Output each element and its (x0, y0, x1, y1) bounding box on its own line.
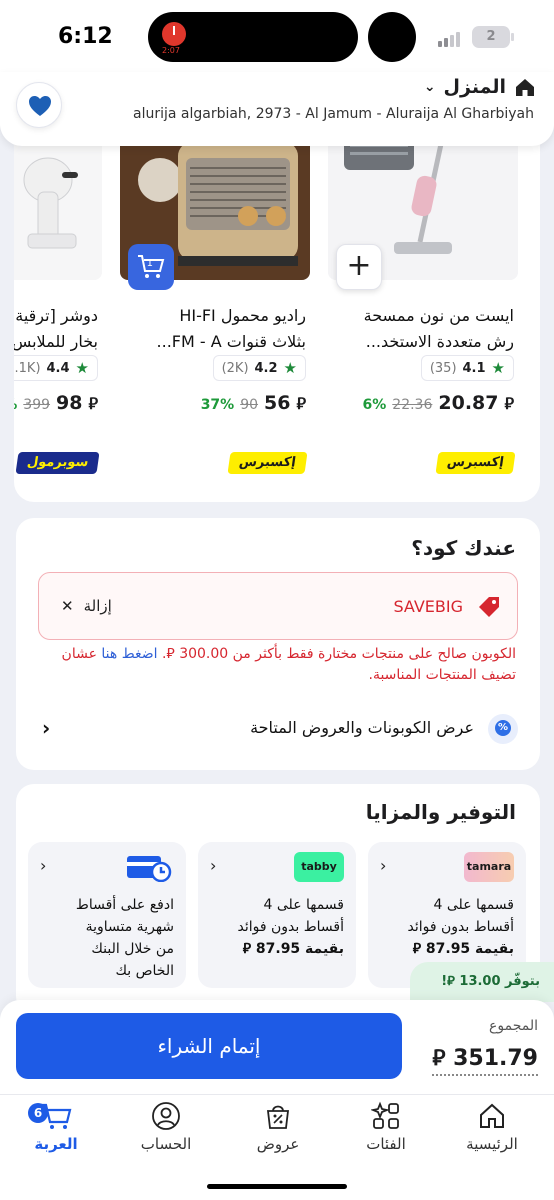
battery-icon: 2 (472, 26, 514, 48)
view-coupons-label: عرض الكوبونات والعروض المتاحة (250, 718, 474, 737)
product-image-steamer[interactable] (14, 130, 102, 280)
product-card[interactable]: 1 راديو محمول HI-FI بثلاث قنوات FM - A..… (120, 130, 312, 502)
status-bar: 6:12 2:07 2 (0, 0, 554, 72)
cart-icon: 1 (138, 255, 165, 278)
remove-coupon-button[interactable]: إزالة ✕ (61, 597, 112, 615)
address-line: alurija algarbiah, 2973 - Al Jamum - Alu… (132, 106, 534, 122)
home-icon (516, 79, 534, 96)
tabby-logo: tabby (294, 852, 344, 882)
dynamic-island: 2:07 (148, 12, 358, 62)
percent-icon (488, 714, 518, 744)
coupon-code: SAVEBIG (393, 597, 463, 616)
coupon-section: عندك كود؟ SAVEBIG إزالة ✕ الكوبون صالح ع… (16, 518, 540, 770)
chevron-down-icon: ⌄ (423, 79, 436, 95)
tap-here-link[interactable]: اضغط هنا (101, 646, 157, 662)
checkout-button[interactable]: إتمام الشراء (16, 1013, 402, 1079)
offers-bag-icon (266, 1105, 290, 1129)
product-price: ⃁ 98 399 % (14, 392, 98, 414)
cart-quantity-button[interactable]: 1 (128, 244, 174, 290)
coupon-code-box[interactable]: SAVEBIG إزالة ✕ (38, 572, 518, 640)
supermall-badge: سوبرمول (15, 452, 100, 474)
tab-offers[interactable]: عروض (228, 1101, 328, 1153)
coupon-heading: عندك كود؟ (411, 536, 516, 560)
product-card[interactable]: + ايست من نون ممسحة رش متعددة الاستخد...… (328, 130, 520, 502)
savings-heading: التوفير والمزايا (365, 800, 516, 824)
express-badge: إكسبرس (227, 452, 308, 474)
user-icon (152, 1102, 180, 1130)
credit-card-icon (124, 852, 174, 883)
home-icon (480, 1103, 504, 1128)
product-rating: ★ 4.4 (5.1K) (14, 355, 98, 381)
product-carousel[interactable]: + ايست من نون ممسحة رش متعددة الاستخد...… (14, 130, 540, 502)
cart-count-badge: 6 (28, 1103, 48, 1123)
star-icon: ★ (75, 359, 89, 377)
product-name[interactable]: راديو محمول HI-FI بثلاث قنوات FM - A... (126, 303, 306, 355)
total-label: المجموع (489, 1018, 538, 1034)
timer-text: 2:07 (162, 46, 180, 55)
product-price: ⃁ 56 90 37% (200, 392, 306, 414)
add-to-cart-button[interactable]: + (336, 244, 382, 290)
wishlist-button[interactable] (16, 82, 62, 128)
categories-icon (371, 1101, 399, 1129)
star-icon: ★ (491, 359, 505, 377)
express-badge: إكسبرس (435, 452, 516, 474)
product-rating: ★ 4.2 (2K) (212, 355, 306, 381)
total-value[interactable]: 351.79 ⃁ (432, 1044, 538, 1076)
timer-icon: 2:07 (158, 20, 194, 55)
product-card[interactable]: دوشر [ترقية بخار للملابس ★ 4.4 (5.1K) ⃁ … (14, 130, 104, 502)
tamara-logo: tamara (464, 852, 514, 882)
coupon-warning: الكوبون صالح على منتجات مختارة فقط بأكثر… (61, 646, 516, 683)
chevron-left-icon: ‹ (210, 856, 217, 875)
chevron-left-icon: ‹ (380, 856, 387, 875)
tabby-card[interactable]: tabby ‹ قسمها على 4 أقساط بدون فوائد بقي… (198, 842, 356, 988)
signal-icon (438, 29, 468, 47)
tab-cart[interactable]: 6 العربة (6, 1101, 106, 1153)
tag-icon (479, 597, 499, 617)
product-name[interactable]: دوشر [ترقية بخار للملابس (14, 303, 98, 355)
chevron-left-icon: ‹ (42, 716, 51, 740)
tab-account[interactable]: الحساب (116, 1101, 216, 1153)
product-name[interactable]: ايست من نون ممسحة رش متعددة الاستخد... (334, 303, 514, 355)
camera-cutout (368, 12, 416, 62)
tab-categories[interactable]: الفئات (336, 1101, 436, 1153)
close-icon: ✕ (61, 597, 74, 615)
product-price: ⃁ 20.87 22.36 6% (362, 392, 515, 414)
home-indicator (207, 1184, 347, 1189)
status-time: 6:12 (58, 24, 113, 49)
location-selector[interactable]: المنزل ⌄ (424, 76, 536, 98)
product-rating: ★ 4.1 (35) (420, 355, 514, 381)
star-icon: ★ (283, 359, 297, 377)
svg-text:1: 1 (147, 258, 153, 269)
bank-installment-card[interactable]: ‹ ادفع على أقساط شهرية متساوية من خلال ا… (28, 842, 186, 988)
chevron-left-icon: ‹ (40, 856, 47, 875)
heart-icon (29, 96, 51, 116)
tab-home[interactable]: الرئيسية (442, 1101, 542, 1153)
savings-badge: بتوفّر 13.00 ⃁! (410, 962, 554, 1002)
address-header[interactable]: المنزل ⌄ alurija algarbiah, 2973 - Al Ja… (0, 72, 554, 146)
view-coupons-row[interactable]: عرض الكوبونات والعروض المتاحة ‹ (38, 710, 518, 754)
location-title: المنزل (443, 76, 506, 98)
